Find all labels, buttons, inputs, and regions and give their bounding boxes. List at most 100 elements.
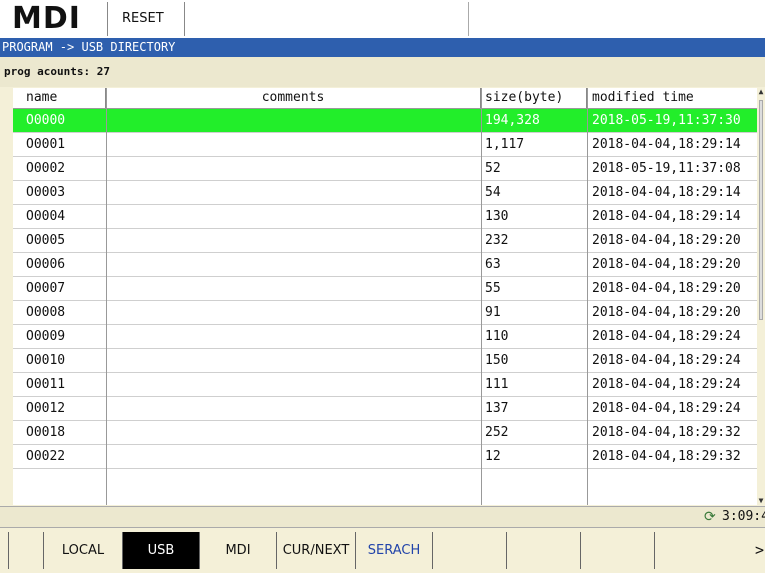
program-size: 232 [485, 233, 509, 248]
program-modified-time: 2018-04-04,18:29:24 [592, 329, 741, 344]
program-size: 137 [485, 401, 509, 416]
table-scrollbar[interactable]: ▲ ▼ [757, 88, 765, 505]
table-row[interactable]: O0011 111 2018-04-04,18:29:24 [13, 373, 757, 397]
softkey-cur-next[interactable]: CUR/NEXT [276, 532, 355, 569]
program-comment [106, 325, 481, 348]
softkey-serach[interactable]: SERACH [355, 532, 432, 569]
top-cell-empty [468, 2, 765, 36]
column-header-name[interactable]: name [13, 88, 106, 108]
table-row[interactable]: O0005 232 2018-04-04,18:29:20 [13, 229, 757, 253]
table-row[interactable]: O0006 63 2018-04-04,18:29:20 [13, 253, 757, 277]
program-name: O0002 [26, 161, 66, 176]
program-modified-time: 2018-04-04,18:29:20 [592, 257, 741, 272]
scroll-up-icon[interactable]: ▲ [757, 88, 765, 96]
program-modified-time: 2018-04-04,18:29:32 [592, 425, 741, 440]
program-name: O0006 [26, 257, 66, 272]
program-size: 130 [485, 209, 509, 224]
softkey-more-button[interactable]: > [755, 532, 764, 569]
softkey-bar: > LOCAL USB MDI CUR/NEXT SERACH [0, 528, 765, 573]
softkey-empty-7[interactable] [506, 532, 580, 569]
program-comment [106, 109, 481, 132]
program-name: O0018 [26, 425, 66, 440]
program-name: O0010 [26, 353, 66, 368]
program-size: 111 [485, 377, 509, 392]
program-comment [106, 205, 481, 228]
program-comment [106, 277, 481, 300]
softkey-empty-8[interactable] [580, 532, 654, 569]
program-comment [106, 133, 481, 156]
program-modified-time: 2018-04-04,18:29:14 [592, 137, 741, 152]
table-row[interactable]: O0009 110 2018-04-04,18:29:24 [13, 325, 757, 349]
column-divider [481, 88, 482, 505]
table-body: O0000 194,328 2018-05-19,11:37:30 O0001 1,11… [13, 109, 757, 469]
table-row[interactable]: O0012 137 2018-04-04,18:29:24 [13, 397, 757, 421]
program-comment [106, 445, 481, 468]
program-size: 1,117 [485, 137, 525, 152]
column-header-modified-time[interactable]: modified time [587, 88, 757, 108]
program-comment [106, 181, 481, 204]
column-header-comments[interactable]: comments [106, 88, 481, 108]
program-modified-time: 2018-05-19,11:37:30 [592, 113, 741, 128]
column-header-size[interactable]: size(byte) [481, 88, 587, 108]
program-size: 52 [485, 161, 501, 176]
column-divider [587, 88, 588, 505]
softkey-empty-6[interactable] [432, 532, 506, 569]
program-comment [106, 157, 481, 180]
table-row[interactable]: O0000 194,328 2018-05-19,11:37:30 [13, 109, 757, 133]
program-size: 110 [485, 329, 509, 344]
program-modified-time: 2018-04-04,18:29:20 [592, 305, 741, 320]
clock-icon: ⟳ [704, 509, 716, 525]
program-count: prog acounts: 27 [0, 57, 765, 87]
softkey-usb[interactable]: USB [122, 532, 199, 569]
program-modified-time: 2018-04-04,18:29:24 [592, 353, 741, 368]
table-row[interactable]: O0003 54 2018-04-04,18:29:14 [13, 181, 757, 205]
program-size: 12 [485, 449, 501, 464]
program-name: O0004 [26, 209, 66, 224]
program-name: O0007 [26, 281, 66, 296]
program-name: O0022 [26, 449, 66, 464]
program-comment [106, 373, 481, 396]
softkey-empty-9[interactable] [654, 532, 714, 569]
softkey-empty-0[interactable] [8, 532, 43, 569]
state-indicator: RESET [107, 2, 185, 36]
program-comment [106, 397, 481, 420]
program-size: 63 [485, 257, 501, 272]
program-modified-time: 2018-04-04,18:29:24 [592, 401, 741, 416]
program-modified-time: 2018-05-19,11:37:08 [592, 161, 741, 176]
program-size: 54 [485, 185, 501, 200]
column-divider [106, 88, 107, 505]
scroll-down-icon[interactable]: ▼ [757, 497, 765, 505]
table-row[interactable]: O0022 12 2018-04-04,18:29:32 [13, 445, 757, 469]
program-modified-time: 2018-04-04,18:29:24 [592, 377, 741, 392]
top-cell-empty [185, 2, 469, 36]
program-name: O0009 [26, 329, 66, 344]
program-name: O0001 [26, 137, 66, 152]
program-size: 150 [485, 353, 509, 368]
program-size: 55 [485, 281, 501, 296]
program-comment [106, 229, 481, 252]
table-row[interactable]: O0001 1,117 2018-04-04,18:29:14 [13, 133, 757, 157]
table-row[interactable]: O0004 130 2018-04-04,18:29:14 [13, 205, 757, 229]
top-bar: MDI RESET [0, 0, 765, 38]
program-name: O0005 [26, 233, 66, 248]
program-name: O0012 [26, 401, 66, 416]
scroll-thumb[interactable] [759, 100, 763, 320]
softkey-mdi[interactable]: MDI [199, 532, 276, 569]
table-row[interactable]: O0008 91 2018-04-04,18:29:20 [13, 301, 757, 325]
table-row[interactable]: O0018 252 2018-04-04,18:29:32 [13, 421, 757, 445]
program-size: 91 [485, 305, 501, 320]
program-size: 252 [485, 425, 509, 440]
table-row[interactable]: O0007 55 2018-04-04,18:29:20 [13, 277, 757, 301]
program-comment [106, 349, 481, 372]
softkey-local[interactable]: LOCAL [43, 532, 122, 569]
status-bar: ⟳ 3:09:48 [0, 506, 765, 528]
table-row[interactable]: O0010 150 2018-04-04,18:29:24 [13, 349, 757, 373]
program-modified-time: 2018-04-04,18:29:14 [592, 209, 741, 224]
program-comment [106, 301, 481, 324]
table-row[interactable]: O0002 52 2018-05-19,11:37:08 [13, 157, 757, 181]
clock: 3:09:48 [722, 509, 765, 524]
program-name: O0011 [26, 377, 66, 392]
program-modified-time: 2018-04-04,18:29:14 [592, 185, 741, 200]
program-name: O0008 [26, 305, 66, 320]
program-name: O0000 [26, 113, 66, 128]
